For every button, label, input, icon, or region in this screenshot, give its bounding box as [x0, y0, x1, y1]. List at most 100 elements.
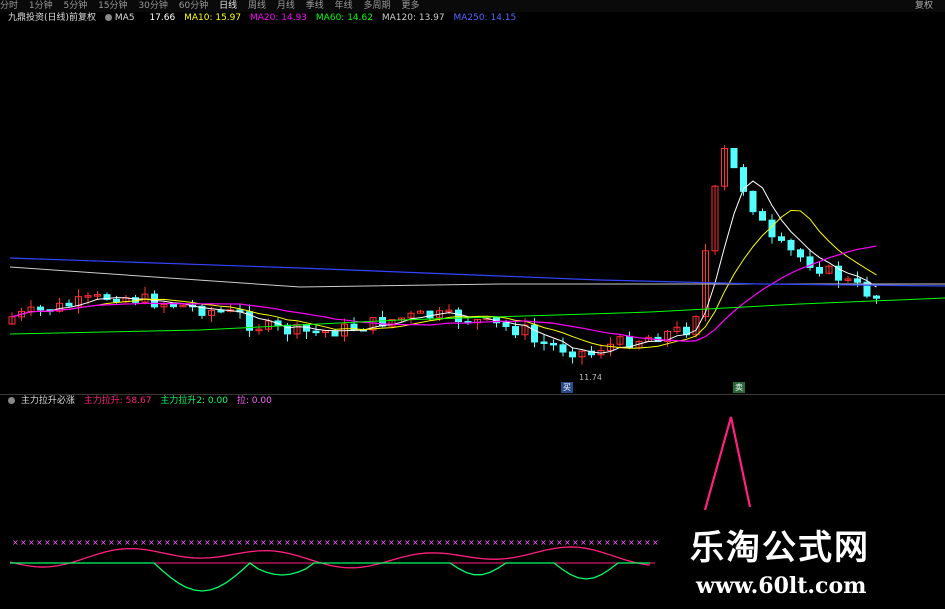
x-marker: ×: [348, 538, 355, 547]
sub-title: 主力拉升必涨: [20, 396, 75, 406]
x-marker: ×: [596, 538, 603, 547]
x-marker: ×: [300, 538, 307, 547]
period-5min[interactable]: 5分钟: [64, 0, 88, 12]
x-marker: ×: [212, 538, 219, 547]
x-marker: ×: [228, 538, 235, 547]
line3-value: 拉: 0.00: [236, 396, 272, 406]
x-marker: ×: [540, 538, 547, 547]
x-marker: ×: [436, 538, 443, 547]
sub-legend: 主力拉升必涨 主力拉升: 58.67 主力拉升2: 0.00 拉: 0.00: [8, 395, 278, 407]
line2-value: 主力拉升2: 0.00: [160, 396, 228, 406]
candle-body: [797, 249, 804, 258]
candle-body: [312, 330, 320, 334]
x-marker: ×: [404, 538, 411, 547]
candle-body: [331, 330, 339, 337]
candle-body: [550, 342, 557, 346]
x-marker: ×: [572, 538, 579, 547]
x-marker: ×: [604, 538, 611, 547]
x-marker: ×: [316, 538, 323, 547]
sell-tag: 卖: [733, 382, 745, 393]
period-toolbar: 分时 1分钟 5分钟 15分钟 30分钟 60分钟 日线 周线 月线 季线 年线…: [0, 0, 945, 12]
period-30min[interactable]: 30分钟: [138, 0, 167, 12]
candle-body: [816, 266, 823, 274]
x-marker: ×: [644, 538, 651, 547]
candlestick-chart[interactable]: [0, 12, 945, 394]
x-marker: ×: [124, 538, 131, 547]
period-60min[interactable]: 60分钟: [179, 0, 208, 12]
x-marker: ×: [260, 538, 267, 547]
x-marker: ×: [244, 538, 251, 547]
x-marker: ×: [292, 538, 299, 547]
candle-body: [455, 309, 462, 323]
line1-value: 主力拉升: 58.67: [83, 396, 152, 406]
x-marker: ×: [508, 538, 515, 547]
x-marker: ×: [252, 538, 259, 547]
x-marker: ×: [524, 538, 531, 547]
circle-icon[interactable]: [8, 397, 15, 404]
candle-body: [170, 303, 177, 308]
candle-body: [854, 278, 861, 283]
x-marker: ×: [556, 538, 563, 547]
period-month[interactable]: 月线: [277, 0, 295, 12]
candle-body: [540, 341, 548, 344]
x-marker: ×: [20, 538, 27, 547]
candle-body: [502, 322, 510, 328]
adjust-button[interactable]: 复权: [915, 0, 933, 12]
period-quarter[interactable]: 季线: [306, 0, 324, 12]
x-marker: ×: [332, 538, 339, 547]
ma5-line: [11, 180, 877, 354]
x-marker: ×: [452, 538, 459, 547]
x-marker: ×: [148, 538, 155, 547]
period-1min[interactable]: 1分钟: [29, 0, 53, 12]
candle-body: [37, 306, 44, 311]
x-marker: ×: [180, 538, 187, 547]
x-marker: ×: [340, 538, 347, 547]
x-marker: ×: [628, 538, 635, 547]
period-fenshi[interactable]: 分时: [0, 0, 18, 12]
candle-body: [873, 295, 880, 299]
x-marker: ×: [108, 538, 115, 547]
x-marker: ×: [236, 538, 243, 547]
x-marker: ×: [388, 538, 395, 547]
x-marker: ×: [468, 538, 475, 547]
period-day[interactable]: 日线: [219, 0, 237, 12]
x-marker: ×: [156, 538, 163, 547]
candle-body: [217, 309, 225, 313]
x-marker: ×: [284, 538, 291, 547]
x-marker: ×: [28, 538, 35, 547]
x-marker: ×: [500, 538, 507, 547]
x-marker: ×: [588, 538, 595, 547]
watermark-title: 乐淘公式网: [690, 528, 870, 568]
ma10-line: [11, 209, 877, 349]
period-week[interactable]: 周线: [248, 0, 266, 12]
x-marker: ×: [420, 538, 427, 547]
ma250-line: [9, 257, 945, 287]
candle-body: [113, 298, 120, 303]
x-marker: ×: [492, 538, 499, 547]
x-marker: ×: [44, 538, 51, 547]
period-more[interactable]: 更多: [401, 0, 419, 12]
x-marker: ×: [172, 538, 179, 547]
x-marker: ×: [188, 538, 195, 547]
candle-body: [730, 148, 738, 169]
x-marker: ×: [412, 538, 419, 547]
x-marker: ×: [36, 538, 43, 547]
candle-body: [749, 190, 757, 213]
x-marker: ×: [484, 538, 491, 547]
period-multi[interactable]: 多周期: [364, 0, 391, 12]
candle-body: [65, 302, 73, 307]
x-marker: ×: [444, 538, 451, 547]
x-marker: ×: [164, 538, 171, 547]
x-marker: ×: [204, 538, 211, 547]
x-marker: ×: [428, 538, 435, 547]
x-marker: ×: [60, 538, 67, 547]
x-marker: ×: [652, 538, 659, 547]
x-marker: ×: [76, 538, 83, 547]
oscillator-pink-line: [9, 546, 651, 569]
period-year[interactable]: 年线: [335, 0, 353, 12]
x-marker: ×: [52, 538, 59, 547]
period-15min[interactable]: 15分钟: [98, 0, 127, 12]
signal-spike-line: [703, 416, 752, 511]
x-marker: ×: [460, 538, 467, 547]
x-marker: ×: [276, 538, 283, 547]
